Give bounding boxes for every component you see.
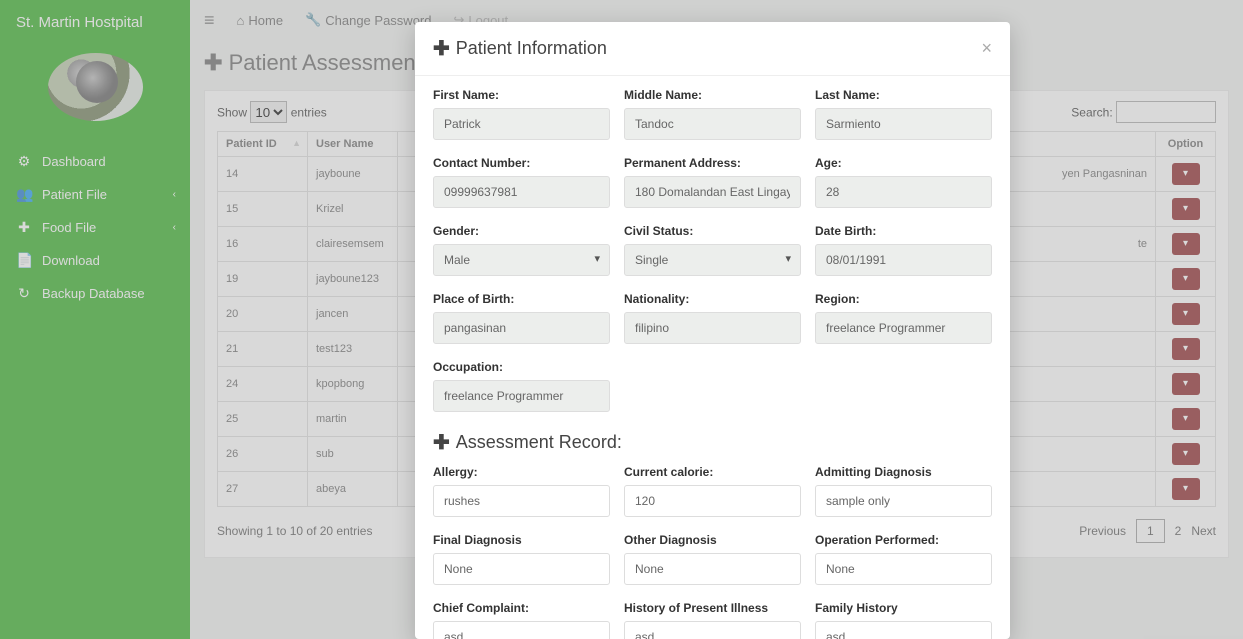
field-label: Admitting Diagnosis	[815, 465, 992, 479]
field-input[interactable]	[624, 108, 801, 140]
field-label: Contact Number:	[433, 156, 610, 170]
field-input[interactable]	[815, 176, 992, 208]
field-label: Operation Performed:	[815, 533, 992, 547]
field-input[interactable]	[815, 621, 992, 639]
field-input[interactable]	[815, 108, 992, 140]
field-input[interactable]	[815, 485, 992, 517]
field-label: Gender:	[433, 224, 610, 238]
field-input[interactable]	[815, 244, 992, 276]
field-label: Nationality:	[624, 292, 801, 306]
field-label: Region:	[815, 292, 992, 306]
field-input[interactable]	[433, 621, 610, 639]
field-label: Date Birth:	[815, 224, 992, 238]
field-input[interactable]	[433, 176, 610, 208]
field-label: Permanent Address:	[624, 156, 801, 170]
field-label: Other Diagnosis	[624, 533, 801, 547]
field-label: Final Diagnosis	[433, 533, 610, 547]
field-input[interactable]	[815, 553, 992, 585]
field-input[interactable]	[433, 244, 610, 276]
field-input[interactable]	[815, 312, 992, 344]
assessment-section-title: ✚Assessment Record:	[433, 430, 992, 455]
field-label: Family History	[815, 601, 992, 615]
modal-title: Patient Information	[456, 38, 607, 59]
field-input[interactable]	[624, 553, 801, 585]
occupation-label: Occupation:	[433, 360, 610, 374]
patient-info-modal: ✚ Patient Information × First Name: Middl…	[415, 22, 1010, 639]
close-icon[interactable]: ×	[981, 38, 992, 59]
plus-icon: ✚	[433, 430, 450, 455]
field-input[interactable]	[624, 312, 801, 344]
field-label: Middle Name:	[624, 88, 801, 102]
field-input[interactable]	[624, 244, 801, 276]
field-label: Civil Status:	[624, 224, 801, 238]
field-input[interactable]	[624, 485, 801, 517]
field-label: Age:	[815, 156, 992, 170]
field-label: Place of Birth:	[433, 292, 610, 306]
field-label: First Name:	[433, 88, 610, 102]
field-input[interactable]	[624, 621, 801, 639]
field-label: Chief Complaint:	[433, 601, 610, 615]
field-input[interactable]	[433, 553, 610, 585]
field-label: History of Present Illness	[624, 601, 801, 615]
field-label: Last Name:	[815, 88, 992, 102]
occupation-field[interactable]	[433, 380, 610, 412]
field-input[interactable]	[433, 312, 610, 344]
field-input[interactable]	[624, 176, 801, 208]
field-input[interactable]	[433, 485, 610, 517]
field-label: Allergy:	[433, 465, 610, 479]
field-label: Current calorie:	[624, 465, 801, 479]
field-input[interactable]	[433, 108, 610, 140]
plus-icon: ✚	[433, 36, 450, 61]
